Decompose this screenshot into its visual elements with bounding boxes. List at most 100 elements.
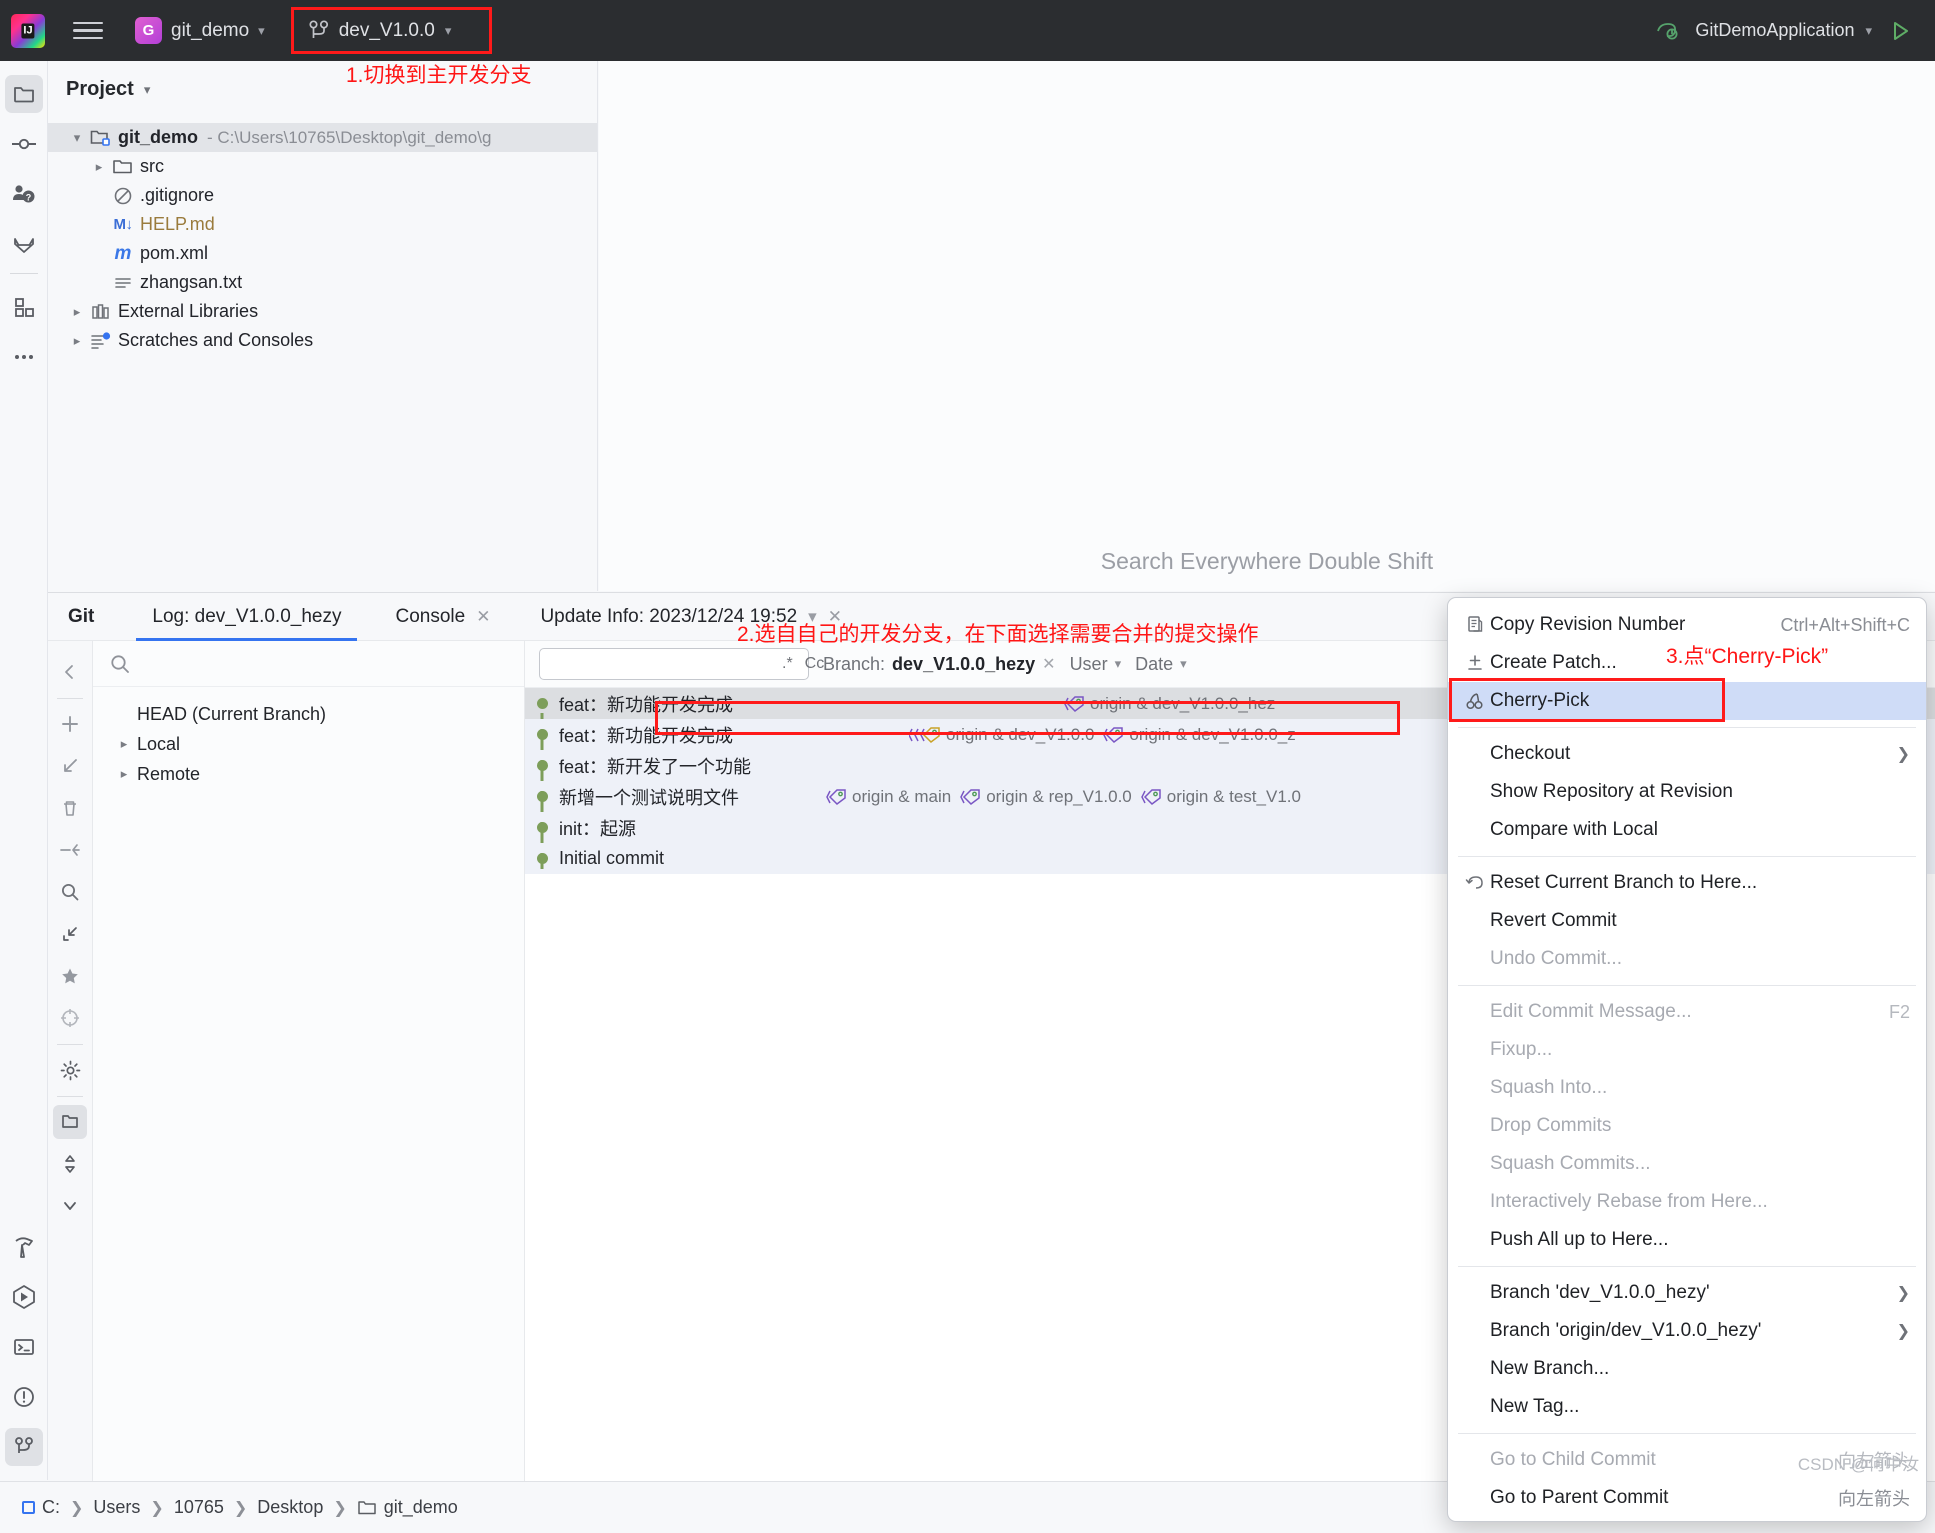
- branch-filter[interactable]: Branch: dev_V1.0.0_hezy ✕: [823, 654, 1056, 675]
- menu-item-new-branch[interactable]: New Branch...: [1448, 1350, 1926, 1388]
- date-filter[interactable]: Date ▾: [1135, 654, 1187, 675]
- branch-row-remote[interactable]: ▸ Remote: [93, 759, 524, 789]
- breadcrumb-item-10765[interactable]: 10765: [174, 1497, 224, 1518]
- log-search-box[interactable]: .* Cc: [539, 648, 824, 680]
- add-icon[interactable]: [53, 707, 87, 741]
- ref-tag[interactable]: origin & dev_V1.0.0_z: [1102, 724, 1296, 745]
- menu-item-label: Push All up to Here...: [1490, 1229, 1669, 1250]
- git-tool-icon[interactable]: [4, 1428, 43, 1466]
- left-tool-strip: ?: [0, 61, 48, 1480]
- breadcrumb-item-git-demo[interactable]: git_demo: [357, 1497, 458, 1518]
- chevron-right-icon[interactable]: ▸: [66, 333, 88, 349]
- tree-item-src[interactable]: ▸ src: [48, 152, 597, 181]
- run-tool-icon[interactable]: [5, 1278, 43, 1316]
- ref-tag[interactable]: origin & dev_V1.0.0_hez: [1063, 694, 1275, 714]
- tree-item-zhangsan-txt[interactable]: zhangsan.txt: [48, 268, 597, 297]
- tree-item-git-demo[interactable]: ▾ git_demo - C:\Users\10765\Desktop\git_…: [48, 123, 597, 152]
- tab-console[interactable]: Console ✕: [379, 593, 506, 641]
- target-icon[interactable]: [53, 1001, 87, 1035]
- pull-icon[interactable]: [53, 749, 87, 783]
- menu-item-branch-origin-dev-v100-hezy[interactable]: Branch 'origin/dev_V1.0.0_hezy' ❯: [1448, 1312, 1926, 1350]
- menu-item-checkout[interactable]: Checkout ❯: [1448, 735, 1926, 773]
- chevron-down-icon[interactable]: ▾: [1865, 23, 1872, 39]
- expand-collapse-icon[interactable]: [53, 1147, 87, 1181]
- menu-item-show-repository-at-revision[interactable]: Show Repository at Revision: [1448, 773, 1926, 811]
- menu-item-push-all-up-to-here[interactable]: Push All up to Here...: [1448, 1221, 1926, 1259]
- menu-item-label: Fixup...: [1490, 1039, 1553, 1060]
- menu-item-label: Drop Commits: [1490, 1115, 1612, 1136]
- hide-icon[interactable]: [53, 1189, 87, 1223]
- terminal-tool-icon[interactable]: [5, 1328, 43, 1366]
- commit-tool-icon[interactable]: [5, 125, 43, 163]
- breadcrumb-item-users[interactable]: Users: [93, 1497, 140, 1518]
- run-button[interactable]: [1883, 14, 1917, 48]
- run-config-name[interactable]: GitDemoApplication: [1695, 20, 1854, 41]
- chevron-right-icon[interactable]: ▸: [66, 304, 88, 320]
- ref-tag[interactable]: origin & rep_V1.0.0: [959, 787, 1132, 807]
- tab-log[interactable]: Log: dev_V1.0.0_hezy: [136, 593, 357, 641]
- project-selector[interactable]: G git_demo ▾: [135, 17, 265, 44]
- branch-selector[interactable]: dev_V1.0.0 ▾: [295, 13, 466, 49]
- hamburger-menu-icon[interactable]: [73, 16, 103, 46]
- delete-icon[interactable]: [53, 791, 87, 825]
- menu-item-edit-commit-message: Edit Commit Message... F2: [1448, 993, 1926, 1031]
- tree-item-external-libraries[interactable]: ▸ External Libraries: [48, 297, 597, 326]
- chevron-right-icon[interactable]: ▸: [88, 159, 110, 175]
- show-directories-icon[interactable]: [53, 1105, 87, 1139]
- project-tool-icon[interactable]: [4, 75, 43, 113]
- editor-empty-area: Search Everywhere Double Shift: [599, 61, 1935, 591]
- menu-item-new-tag[interactable]: New Tag...: [1448, 1388, 1926, 1426]
- ref-tag[interactable]: origin & test_V1.0: [1140, 787, 1301, 807]
- tree-item-pom-xml[interactable]: m pom.xml: [48, 239, 597, 268]
- menu-item-reset-current-branch-to-here[interactable]: Reset Current Branch to Here...: [1448, 864, 1926, 902]
- regex-toggle[interactable]: .*: [782, 655, 793, 673]
- menu-item-copy-revision-number[interactable]: Copy Revision Number Ctrl+Alt+Shift+C: [1448, 606, 1926, 644]
- menu-item-revert-commit[interactable]: Revert Commit: [1448, 902, 1926, 940]
- gitlab-tool-icon[interactable]: [5, 225, 43, 263]
- plugins-tool-icon[interactable]: [5, 288, 43, 326]
- menu-item-go-to-parent-commit[interactable]: Go to Parent Commit 向左箭头: [1448, 1479, 1926, 1517]
- chevron-down-icon[interactable]: ▾: [144, 82, 151, 98]
- ref-label: origin & dev_V1.0.0_z: [1129, 724, 1296, 744]
- menu-item-branch-dev-v100-hezy[interactable]: Branch 'dev_V1.0.0_hezy' ❯: [1448, 1274, 1926, 1312]
- user-filter[interactable]: User ▾: [1070, 654, 1122, 675]
- menu-item-shortcut: 向左箭头: [1838, 1489, 1910, 1509]
- branch-row-head[interactable]: HEAD (Current Branch): [93, 699, 524, 729]
- favorite-icon[interactable]: [53, 959, 87, 993]
- menu-item-label: New Tag...: [1490, 1396, 1580, 1417]
- settings-icon[interactable]: [53, 1053, 87, 1087]
- menu-item-cherry-pick[interactable]: Cherry-Pick: [1448, 682, 1926, 720]
- build-tool-icon[interactable]: [5, 1228, 43, 1266]
- commit-message: feat：新功能开发完成: [559, 694, 734, 715]
- breadcrumb-item-desktop[interactable]: Desktop: [257, 1497, 323, 1518]
- tab-git[interactable]: Git: [68, 593, 110, 641]
- menu-item-shortcut: F2: [1888, 1001, 1910, 1022]
- branch-search-input[interactable]: [141, 653, 471, 674]
- branch-row-local[interactable]: ▸ Local: [93, 729, 524, 759]
- branch-search-row[interactable]: [93, 641, 524, 687]
- collapse-all-icon[interactable]: [53, 917, 87, 951]
- close-icon[interactable]: ✕: [1042, 654, 1055, 674]
- project-badge: G: [135, 17, 162, 44]
- more-tool-windows-icon[interactable]: [5, 338, 43, 376]
- ref-tag[interactable]: origin & main: [825, 787, 951, 807]
- chevron-right-icon[interactable]: ▸: [111, 736, 137, 752]
- search-icon[interactable]: [53, 875, 87, 909]
- ref-tag[interactable]: origin & dev_V1.0.0: [909, 725, 1094, 745]
- pull-requests-tool-icon[interactable]: ?: [5, 175, 43, 213]
- close-icon[interactable]: ✕: [476, 607, 490, 627]
- problems-tool-icon[interactable]: [5, 1378, 43, 1416]
- menu-item-compare-with-local[interactable]: Compare with Local: [1448, 811, 1926, 849]
- chevron-down-icon[interactable]: ▾: [66, 130, 88, 146]
- case-sensitive-toggle[interactable]: Cc: [805, 655, 825, 673]
- tree-item-gitignore[interactable]: .gitignore: [48, 181, 597, 210]
- tree-item-help-md[interactable]: M↓ HELP.md: [48, 210, 597, 239]
- menu-item-label: Squash Commits...: [1490, 1153, 1651, 1174]
- breadcrumb-item-drive[interactable]: C:: [22, 1497, 60, 1518]
- chevron-right-icon[interactable]: ▸: [111, 766, 137, 782]
- create-patch-icon: [1460, 653, 1490, 673]
- log-search-input[interactable]: [555, 654, 776, 674]
- collapse-panel-icon[interactable]: [53, 655, 87, 689]
- tree-item-scratches-and-consoles[interactable]: ▸ Scratches and Consoles: [48, 326, 597, 355]
- merge-icon[interactable]: [53, 833, 87, 867]
